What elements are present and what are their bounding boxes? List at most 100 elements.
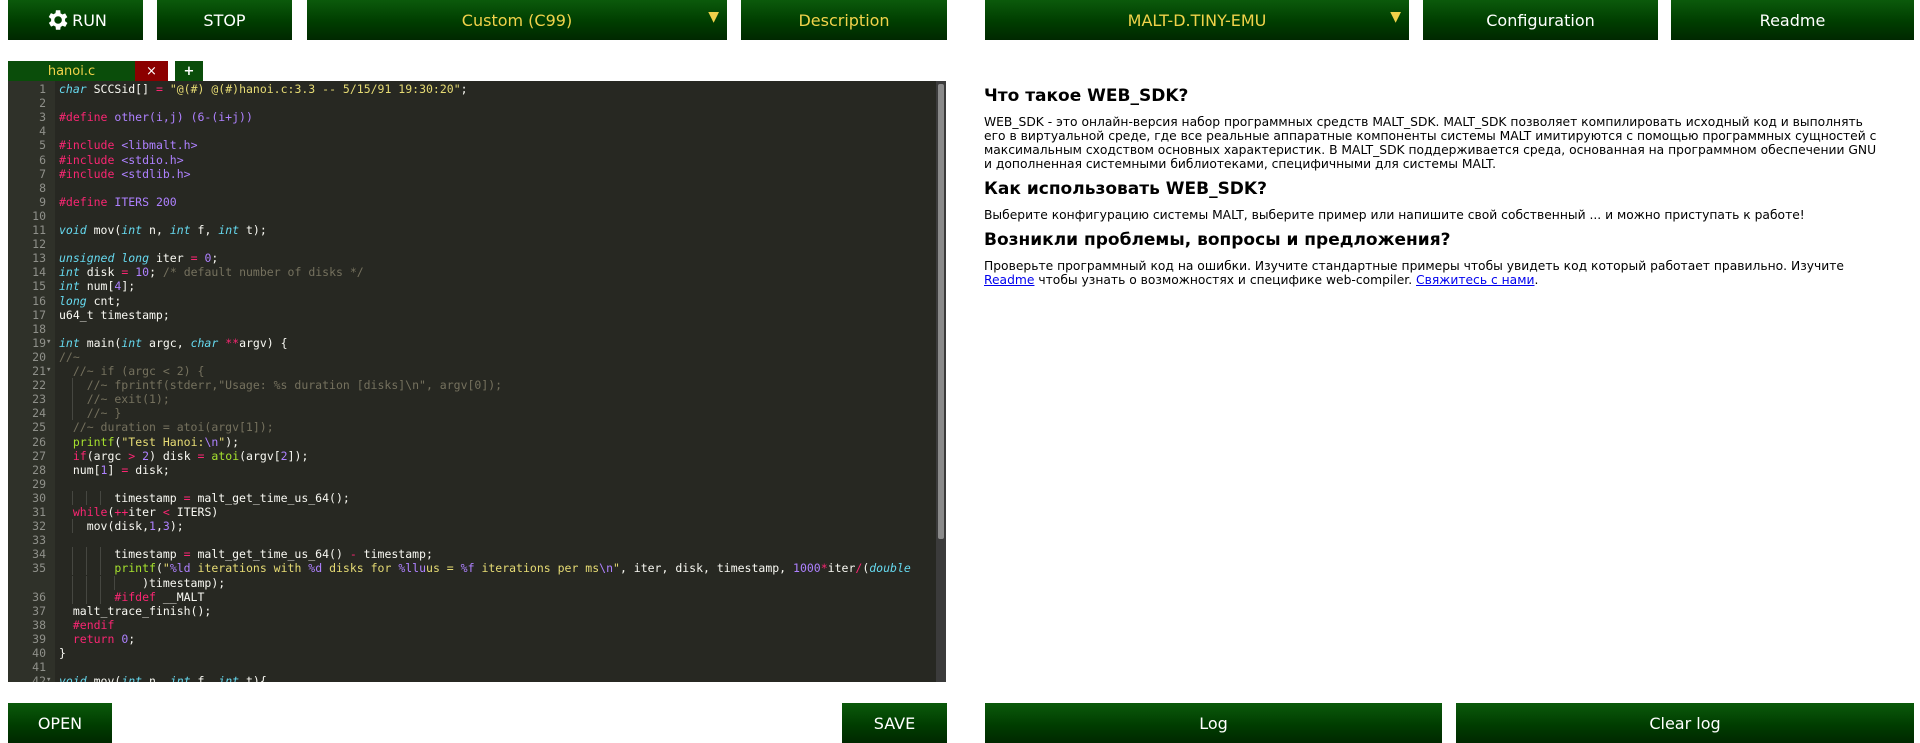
code-token: ITERS 200 (114, 194, 177, 209)
code-token: char (59, 82, 87, 96)
line-number: 36 (32, 589, 46, 604)
run-button[interactable]: RUN (8, 0, 143, 40)
line-number: 3 (39, 110, 46, 125)
code-token: int (218, 223, 240, 237)
line-number: 25 (32, 420, 46, 435)
description-button[interactable]: Description (741, 0, 947, 40)
tab-close-button[interactable]: × (135, 61, 168, 81)
code-token: ] (107, 462, 122, 477)
problems-text-2: чтобы узнать о возможностях и специфике … (1034, 273, 1417, 287)
configuration-button[interactable]: Configuration (1423, 0, 1658, 40)
clear-log-button[interactable]: Clear log (1456, 703, 1914, 743)
code-token: * (820, 561, 828, 576)
code-text: if(argc > 2) disk = atoi(argv[2]); (59, 449, 920, 463)
code-token: <libmalt.h> (121, 138, 198, 153)
line-number: 18 (32, 321, 46, 336)
line-number: 39 (32, 631, 46, 646)
line-number: 38 (32, 617, 46, 632)
code-token: u64_t timestamp; (59, 307, 170, 322)
open-button[interactable]: OPEN (8, 703, 112, 743)
line-number: 2 (39, 96, 46, 111)
code-token: if (72, 448, 87, 463)
code-token: \n (599, 561, 613, 576)
target-select[interactable]: MALT-D.TINY-EMU ▼ (985, 0, 1409, 40)
tab-file-label: hanoi.c (47, 63, 96, 79)
code-text: printf("%ld iterations with %d disks for… (59, 561, 920, 575)
stop-button[interactable]: STOP (157, 0, 292, 40)
code-editor[interactable]: 1 char SCCSid[] = "@(#) @(#)hanoi.c:3.3 -… (8, 81, 946, 682)
save-button[interactable]: SAVE (842, 703, 947, 743)
line-number: 37 (32, 603, 46, 618)
code-token: ++ (114, 505, 129, 519)
line-number: 27 (32, 448, 46, 463)
line-number: 11 (32, 223, 46, 237)
code-token: = (183, 490, 191, 505)
code-token: __MALT (155, 589, 205, 604)
code-token: SCCSid[] (86, 82, 156, 96)
code-text: //~ if (argc < 2) { (59, 364, 920, 378)
code-text: while(++iter < ITERS) (59, 505, 920, 519)
line-number: 15 (32, 279, 46, 294)
line-number: 26 (32, 434, 46, 449)
code-token: num[ (59, 462, 101, 477)
code-text: #include <stdlib.h> (59, 167, 920, 181)
line-number: 32 (32, 519, 46, 534)
paragraph-how-to-use: Выберите конфигурацию системы MALT, выбе… (984, 208, 1805, 222)
code-text: #include <stdio.h> (59, 153, 920, 167)
code-token: 2 (280, 448, 288, 463)
code-token: iterations with (190, 561, 309, 576)
code-token: timestamp; (356, 547, 433, 562)
problems-text-3: . (1534, 273, 1539, 287)
code-token: ; (149, 265, 163, 280)
code-token: ( (155, 561, 163, 576)
code-token: main( (79, 335, 122, 350)
code-token: f, (190, 674, 219, 682)
code-token: %llu (398, 561, 427, 576)
heading-problems: Возникли проблемы, вопросы и предложения… (984, 230, 1451, 250)
readme-button[interactable]: Readme (1671, 0, 1914, 40)
code-token: 10 (135, 265, 150, 280)
code-token: = (183, 547, 191, 562)
readme-link[interactable]: Readme (984, 273, 1034, 287)
code-token: )timestamp); (59, 575, 226, 590)
code-token: int (169, 674, 191, 682)
fold-toggle-icon[interactable]: ▾ (46, 675, 54, 682)
code-token: atoi (211, 448, 240, 463)
code-text: //~ } (59, 406, 920, 420)
code-text: timestamp = malt_get_time_us_64() - time… (59, 547, 920, 561)
code-token: ; (128, 631, 136, 646)
code-token: <stdio.h> (121, 152, 184, 167)
line-number: 7 (39, 166, 46, 181)
code-token: while (72, 505, 108, 519)
line-number: 29 (32, 476, 46, 491)
contact-link[interactable]: Свяжитесь с нами (1416, 273, 1534, 287)
code-token: , (155, 519, 163, 534)
triangle-down-icon: ▼ (708, 9, 719, 25)
log-button[interactable]: Log (985, 703, 1442, 743)
code-token: (argv[ (239, 448, 281, 463)
code-text: int main(int argc, char **argv) { (59, 336, 920, 350)
code-token: f, (190, 223, 219, 237)
code-text: //~ fprintf(stderr,"Usage: %s duration [… (59, 378, 920, 392)
code-token: %ld (169, 561, 191, 576)
code-token: void (59, 674, 87, 682)
add-tab-button[interactable]: + (175, 61, 203, 81)
compiler-select-value: Custom (C99) (461, 10, 573, 30)
code-token: //~ (59, 349, 80, 364)
compiler-select[interactable]: Custom (C99) ▼ (307, 0, 727, 40)
code-token: argv) { (239, 335, 288, 350)
editor-scrollbar[interactable] (936, 81, 946, 682)
code-text: )timestamp); (59, 576, 920, 590)
fold-toggle-icon[interactable]: ▾ (46, 337, 54, 347)
editor-scrollbar-thumb[interactable] (938, 84, 944, 539)
fold-toggle-icon[interactable]: ▾ (46, 365, 54, 375)
tab-file[interactable]: hanoi.c (8, 61, 135, 81)
code-text: #include <libmalt.h> (59, 138, 920, 152)
code-token: //~ } (59, 406, 122, 421)
code-token: us = (426, 561, 461, 576)
